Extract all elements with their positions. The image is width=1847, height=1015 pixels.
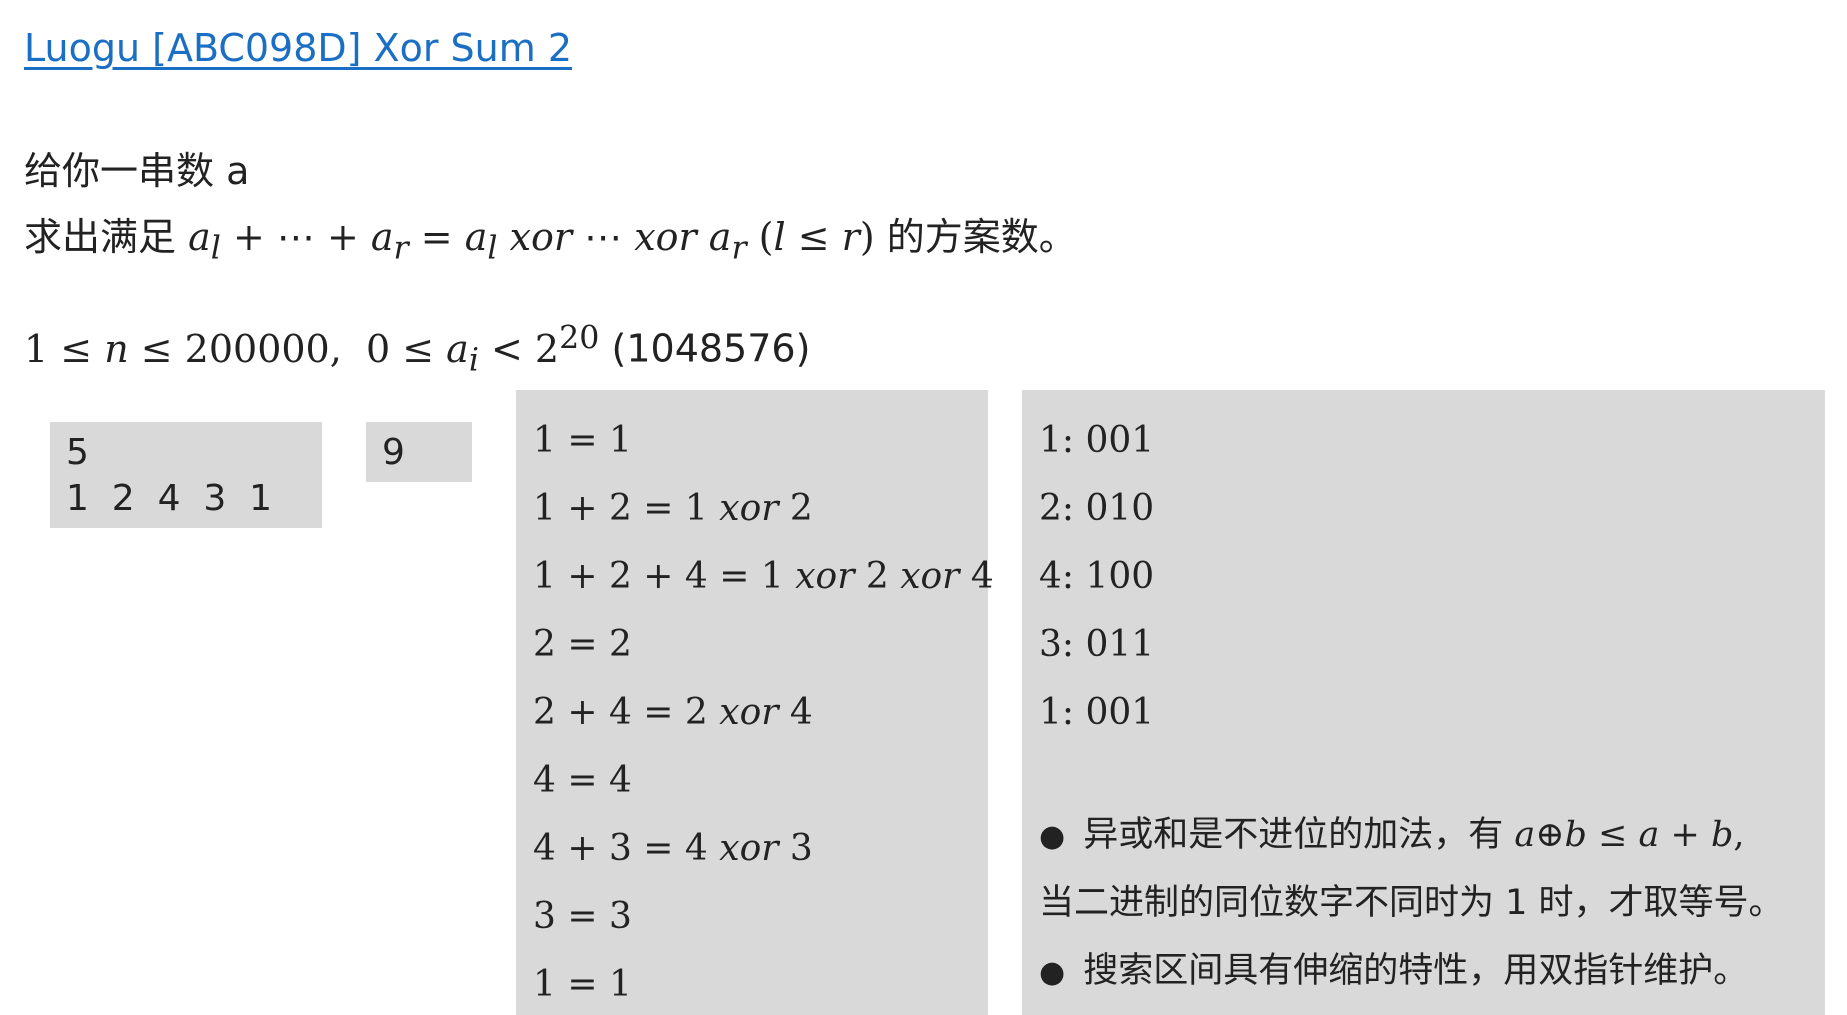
condition-formula: al + ⋯ + ar = al xor ⋯ xor ar (l ≤ r) bbox=[188, 215, 887, 267]
description-line-2: 求出满足 al + ⋯ + ar = al xor ⋯ xor ar (l ≤ … bbox=[24, 206, 1077, 267]
bullet-icon: ● bbox=[1039, 955, 1066, 990]
constraint-note: (1048576) bbox=[611, 326, 811, 371]
note-1-text: 异或和是不进位的加法，有 bbox=[1083, 815, 1504, 855]
calc-row: 1 = 1 bbox=[533, 420, 632, 461]
binary-box: 1: 001 2: 010 4: 100 3: 011 1: 001 ● 异或和是… bbox=[1022, 390, 1825, 1015]
calc-row: 4 = 4 bbox=[533, 760, 632, 801]
calc-row: 3 = 3 bbox=[533, 896, 632, 937]
calc-row: 4 + 3 = 4 xor 3 bbox=[533, 828, 813, 869]
binary-row: 4: 100 bbox=[1039, 556, 1155, 597]
note-bullet-2: ● 搜索区间具有伸缩的特性，用双指针维护。 bbox=[1039, 942, 1748, 993]
constraint-line: 1 ≤ n ≤ 200000, 0 ≤ ai < 220 (1048576) bbox=[24, 320, 810, 378]
calc-row: 2 = 2 bbox=[533, 624, 632, 665]
sample-input-box: 5 1 2 4 3 1 bbox=[50, 422, 322, 528]
calc-row: 1 + 2 + 4 = 1 xor 2 xor 4 bbox=[533, 556, 994, 597]
binary-row: 2: 010 bbox=[1039, 488, 1155, 529]
binary-row: 1: 001 bbox=[1039, 420, 1155, 461]
bullet-icon: ● bbox=[1039, 819, 1066, 854]
sample-output-value: 9 bbox=[382, 432, 405, 473]
description-line-1: 给你一串数 a bbox=[24, 149, 250, 193]
calculation-box: 1 = 1 1 + 2 = 1 xor 2 1 + 2 + 4 = 1 xor … bbox=[516, 390, 994, 1015]
note-2-text: 搜索区间具有伸缩的特性，用双指针维护。 bbox=[1083, 951, 1749, 991]
calc-row: 1 + 2 = 1 xor 2 bbox=[533, 488, 813, 529]
constraint-formula: 1 ≤ n ≤ 200000, 0 ≤ ai < 220 bbox=[24, 320, 600, 379]
binary-row: 3: 011 bbox=[1039, 624, 1155, 665]
note-1-formula: a⊕b ≤ a + b, bbox=[1514, 815, 1745, 855]
binary-row: 1: 001 bbox=[1039, 692, 1155, 733]
description-prefix: 求出满足 bbox=[24, 215, 177, 259]
note-line-2: 当二进制的同位数字不同时为 1 时，才取等号。 bbox=[1039, 883, 1784, 923]
calc-row: 1 = 1 bbox=[533, 964, 632, 1005]
sample-input-array: 1 2 4 3 1 bbox=[66, 478, 273, 519]
calc-row: 2 + 4 = 2 xor 4 bbox=[533, 692, 813, 733]
sample-output-box: 9 bbox=[366, 422, 472, 482]
description-suffix: 的方案数。 bbox=[886, 215, 1077, 259]
note-bullet-1: ● 异或和是不进位的加法，有 a⊕b ≤ a + b, bbox=[1039, 806, 1745, 857]
sample-input-n: 5 bbox=[66, 432, 89, 473]
problem-title-link[interactable]: Luogu [ABC098D] Xor Sum 2 bbox=[24, 26, 572, 70]
